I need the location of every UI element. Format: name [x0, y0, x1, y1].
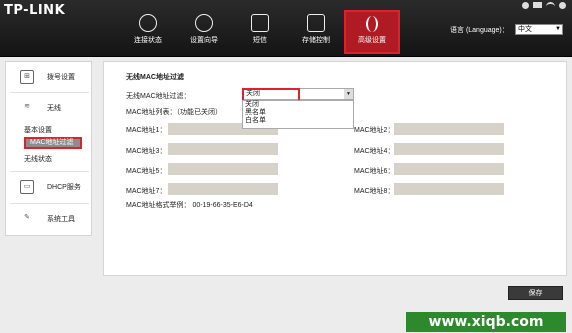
signal-icon: [546, 1, 555, 9]
mac-label-2: MAC地址2：: [354, 127, 395, 134]
storage-icon: [307, 14, 325, 32]
status-icons: [522, 0, 566, 10]
tools-icon: [366, 16, 378, 32]
sidebar-item-label: 系统工具: [47, 216, 75, 223]
save-button[interactable]: 保存: [508, 286, 563, 300]
sidebar-item-wireless[interactable]: ≋ 无线: [6, 95, 91, 121]
divider: [10, 171, 89, 172]
top-bar: TP-LINK 连接状态 设置向导 短信 存储控制 高级设置 语言 (Langu…: [0, 0, 572, 57]
nav-advanced-settings[interactable]: 高级设置: [344, 10, 400, 54]
mac-filter-select[interactable]: 关闭 ▼: [242, 88, 354, 102]
divider: [10, 203, 89, 204]
language-label: 语言 (Language)：: [450, 27, 509, 34]
nav-label: 短信: [253, 37, 267, 44]
mac-label-4: MAC地址4：: [354, 148, 395, 155]
mac-input-5[interactable]: [168, 163, 278, 175]
mac-label-3: MAC地址3：: [126, 148, 167, 155]
user-icon[interactable]: [522, 1, 529, 9]
language-value: 中文: [518, 26, 532, 33]
mac-label-8: MAC地址8：: [354, 188, 395, 195]
wizard-icon: [195, 14, 213, 32]
wrench-icon: ✎: [24, 214, 30, 221]
mac-label-7: MAC地址7：: [126, 188, 167, 195]
dropdown-option-off[interactable]: 关闭: [243, 101, 353, 109]
sidebar-item-label: 无线: [47, 105, 61, 112]
chevron-down-icon: ▼: [344, 89, 353, 99]
help-icon[interactable]: [559, 1, 566, 9]
sidebar-sub-mac-filter[interactable]: MAC地址过滤: [24, 137, 82, 149]
nav-label: 存储控制: [302, 37, 330, 44]
main-panel: 无线MAC地址过滤 无线MAC地址过滤： 关闭 ▼ MAC地址列表：（功能已关闭…: [103, 61, 567, 276]
sidebar-item-label: DHCP服务: [47, 184, 81, 191]
mac-input-3[interactable]: [168, 143, 278, 155]
nav-sms[interactable]: 短信: [232, 10, 288, 54]
mac-input-7[interactable]: [168, 183, 278, 195]
dropdown-option-whitelist[interactable]: 白名单: [243, 117, 353, 125]
tp-link-logo: TP-LINK: [4, 3, 66, 18]
mac-list-label: MAC地址列表：（功能已关闭）: [126, 109, 223, 116]
mac-input-2[interactable]: [394, 123, 504, 135]
mac-label-6: MAC地址6：: [354, 168, 395, 175]
filter-label: 无线MAC地址过滤：: [126, 93, 191, 100]
mac-input-6[interactable]: [394, 163, 504, 175]
dhcp-icon: ▭: [20, 180, 34, 194]
sidebar: ⊞ 拨号设置 ≋ 无线 基本设置 MAC地址过滤 无线状态 ▭ DHCP服务 ✎…: [5, 61, 92, 236]
globe-icon: [139, 14, 157, 32]
sidebar-sub-basic[interactable]: 基本设置: [24, 125, 52, 135]
nav-label: 高级设置: [358, 37, 386, 44]
sidebar-item-system-tools[interactable]: ✎ 系统工具: [6, 206, 91, 232]
mac-label-1: MAC地址1：: [126, 127, 167, 134]
sidebar-item-label: 拨号设置: [47, 74, 75, 81]
page-title: 无线MAC地址过滤: [126, 74, 184, 81]
language-select[interactable]: 中文 ▼: [515, 24, 563, 35]
dialup-icon: ⊞: [20, 70, 34, 84]
mac-input-4[interactable]: [394, 143, 504, 155]
nav-storage[interactable]: 存储控制: [288, 10, 344, 54]
nav-connection-status[interactable]: 连接状态: [120, 10, 176, 54]
mail-icon[interactable]: [533, 2, 542, 8]
sidebar-sub-wireless-status[interactable]: 无线状态: [24, 154, 52, 164]
divider: [10, 92, 89, 93]
filter-dropdown-list: 关闭 黑名单 白名单: [242, 100, 354, 129]
chevron-down-icon: ▼: [555, 26, 561, 32]
dropdown-option-blacklist[interactable]: 黑名单: [243, 109, 353, 117]
wifi-icon: ≋: [24, 103, 30, 110]
mac-input-8[interactable]: [394, 183, 504, 195]
sidebar-item-dialup[interactable]: ⊞ 拨号设置: [6, 64, 91, 90]
message-icon: [251, 14, 269, 32]
watermark: www.xiqb.com: [406, 312, 566, 332]
nav-label: 连接状态: [134, 37, 162, 44]
nav-label: 设置向导: [190, 37, 218, 44]
nav-setup-wizard[interactable]: 设置向导: [176, 10, 232, 54]
mac-label-5: MAC地址5：: [126, 168, 167, 175]
sidebar-item-dhcp[interactable]: ▭ DHCP服务: [6, 174, 91, 200]
mac-format-example: MAC地址格式举例： 00-19-66-35-E6-D4: [126, 202, 253, 209]
